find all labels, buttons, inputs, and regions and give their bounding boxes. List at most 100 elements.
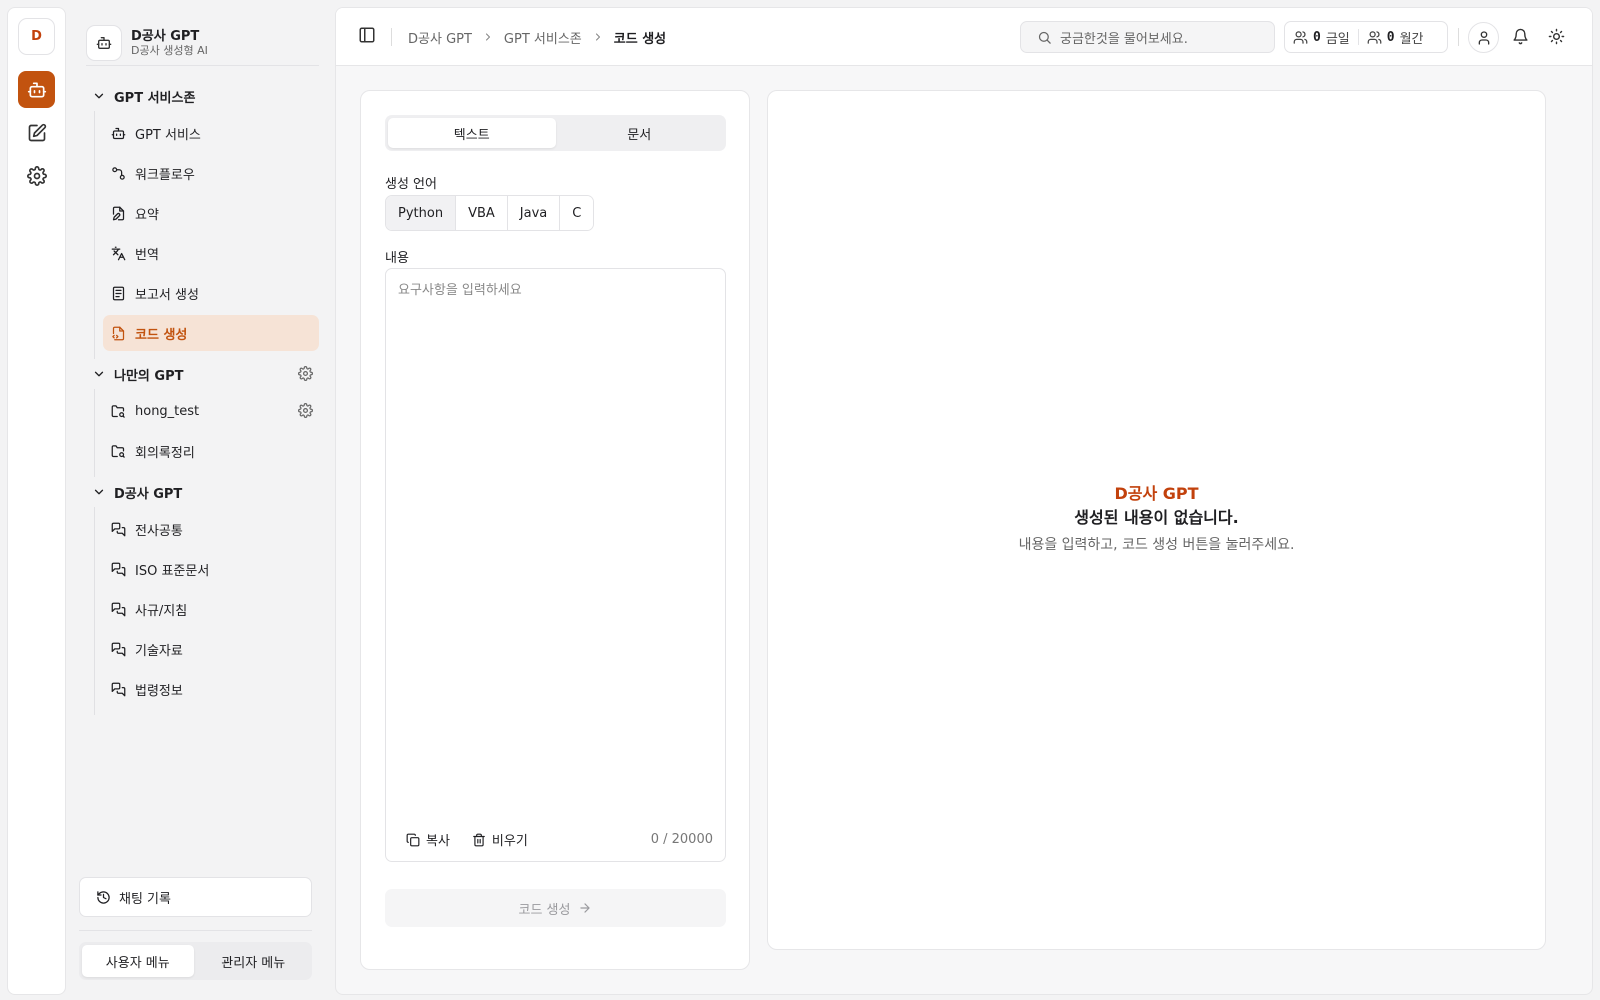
char-counter: 0 / 20000 xyxy=(650,832,713,847)
sidebar-item-label: 번역 xyxy=(135,247,159,263)
workflow-icon xyxy=(111,166,126,181)
language-c[interactable]: C xyxy=(560,196,594,230)
sidebar-toggle-icon[interactable] xyxy=(358,26,376,44)
nav-group-d-gpt[interactable]: D공사 GPT xyxy=(86,477,319,507)
chevron-right-icon xyxy=(482,31,494,43)
sidebar-item-hong-test[interactable]: hong_test xyxy=(103,393,319,429)
folder-search-icon xyxy=(111,444,126,459)
language-python[interactable]: Python xyxy=(386,196,457,230)
nav-group-gpt-servicezone[interactable]: GPT 서비스존 xyxy=(86,81,319,111)
bot-icon xyxy=(96,35,112,51)
sidebar-item-summary[interactable]: 요약 xyxy=(103,195,319,231)
sidebar-item-code[interactable]: 코드 생성 xyxy=(103,315,319,351)
sidebar-item-regulations[interactable]: 사규/지침 xyxy=(103,591,319,627)
chevron-down-icon xyxy=(92,89,106,103)
file-edit-icon xyxy=(111,206,126,221)
sidebar-item-meeting-notes[interactable]: 회의록정리 xyxy=(103,433,319,469)
arrow-right-icon xyxy=(578,901,592,915)
rail-settings-button[interactable] xyxy=(18,157,55,194)
brand[interactable]: D공사 GPT D공사 생성형 AI xyxy=(86,19,319,67)
rail-gpt-button[interactable] xyxy=(18,71,55,108)
chat-icon xyxy=(111,562,126,577)
breadcrumb: D공사 GPT GPT 서비스존 코드 생성 xyxy=(408,8,666,66)
daily-users-stat: 0 금일 xyxy=(1285,28,1358,47)
copy-icon xyxy=(406,833,420,847)
admin-menu-button[interactable]: 관리자 메뉴 xyxy=(198,945,310,977)
trash-icon xyxy=(472,833,486,847)
language-vba[interactable]: VBA xyxy=(456,196,508,230)
edit-icon xyxy=(27,123,47,143)
sidebar-item-label: GPT 서비스 xyxy=(135,127,201,143)
sidebar-item-label: 회의록정리 xyxy=(135,445,195,461)
folder-search-icon xyxy=(111,404,126,419)
content-field: 복사 비우기 0 / 20000 xyxy=(385,268,726,862)
daily-label: 금일 xyxy=(1325,31,1350,47)
chat-history-label: 채팅 기록 xyxy=(119,891,171,907)
sidebar-item-law-info[interactable]: 법령정보 xyxy=(103,671,319,707)
sidebar-item-company-common[interactable]: 전사공통 xyxy=(103,511,319,547)
generate-code-button[interactable]: 코드 생성 xyxy=(385,889,726,927)
language-label: 생성 언어 xyxy=(385,177,437,192)
chat-icon xyxy=(111,602,126,617)
users-icon xyxy=(1293,30,1308,45)
chat-history-button[interactable]: 채팅 기록 xyxy=(79,877,312,917)
breadcrumb-item[interactable]: GPT 서비스존 xyxy=(504,28,582,47)
workspace-avatar[interactable]: D xyxy=(18,18,55,55)
sidebar-nav: GPT 서비스존 GPT 서비스 워크플로우 요약 번역 보고서 생성 코드 생… xyxy=(86,81,319,715)
usage-stats: 0 금일 0 월간 xyxy=(1284,21,1448,53)
bell-icon[interactable] xyxy=(1512,28,1529,45)
divider xyxy=(391,28,392,46)
nav-group-items: hong_test 회의록정리 xyxy=(94,389,319,477)
code-file-icon xyxy=(111,326,126,341)
chevron-right-icon xyxy=(592,31,604,43)
nav-group-my-gpt[interactable]: 나만의 GPT xyxy=(86,359,319,389)
sidebar-item-label: hong_test xyxy=(135,403,200,419)
sidebar-item-label: 코드 생성 xyxy=(135,327,188,343)
sidebar-item-label: 요약 xyxy=(135,207,159,223)
chevron-down-icon xyxy=(92,485,106,499)
history-icon xyxy=(96,890,111,905)
chat-icon xyxy=(111,642,126,657)
sidebar-item-translate[interactable]: 번역 xyxy=(103,235,319,271)
menu-mode-switch: 사용자 메뉴 관리자 메뉴 xyxy=(79,942,312,980)
report-icon xyxy=(111,286,126,301)
user-menu-button[interactable]: 사용자 메뉴 xyxy=(82,945,194,977)
sidebar-item-label: 보고서 생성 xyxy=(135,287,199,303)
rail-edit-button[interactable] xyxy=(18,114,55,151)
breadcrumb-item[interactable]: D공사 GPT xyxy=(408,28,472,47)
sidebar: D공사 GPT D공사 생성형 AI GPT 서비스존 GPT 서비스 워크플로… xyxy=(72,7,327,995)
divider xyxy=(79,930,312,931)
gear-icon[interactable] xyxy=(298,366,313,381)
code-form-panel: 텍스트 문서 생성 언어 Python VBA Java C 내용 복사 비우기 xyxy=(360,90,750,970)
search-icon xyxy=(1037,30,1052,45)
bot-icon xyxy=(27,80,47,100)
divider xyxy=(1458,28,1459,46)
chat-icon xyxy=(111,682,126,697)
generate-code-label: 코드 생성 xyxy=(518,902,571,918)
sun-icon[interactable] xyxy=(1548,28,1565,45)
copy-button[interactable]: 복사 xyxy=(406,830,450,849)
sidebar-item-tech-docs[interactable]: 기술자료 xyxy=(103,631,319,667)
brand-title: D공사 GPT xyxy=(131,29,200,44)
clear-button[interactable]: 비우기 xyxy=(472,830,528,849)
content-textarea[interactable] xyxy=(386,269,725,819)
chat-icon xyxy=(111,522,126,537)
sidebar-item-label: 워크플로우 xyxy=(135,167,195,183)
content-actions: 복사 비우기 xyxy=(406,830,528,849)
sidebar-item-gpt-service[interactable]: GPT 서비스 xyxy=(103,115,319,151)
nav-group-items: GPT 서비스 워크플로우 요약 번역 보고서 생성 코드 생성 xyxy=(94,111,319,359)
sidebar-item-iso-docs[interactable]: ISO 표준문서 xyxy=(103,551,319,587)
sidebar-item-label: 전사공통 xyxy=(135,523,183,539)
user-profile-button[interactable] xyxy=(1468,22,1499,53)
brand-logo xyxy=(86,25,122,61)
tab-document[interactable]: 문서 xyxy=(556,118,724,148)
tab-text[interactable]: 텍스트 xyxy=(388,118,556,148)
nav-group-title: 나만의 GPT xyxy=(114,368,184,384)
daily-count: 0 xyxy=(1313,29,1321,45)
sidebar-item-workflow[interactable]: 워크플로우 xyxy=(103,155,319,191)
nav-group-title: D공사 GPT xyxy=(114,486,183,502)
sidebar-item-report[interactable]: 보고서 생성 xyxy=(103,275,319,311)
gear-icon[interactable] xyxy=(298,403,313,418)
language-java[interactable]: Java xyxy=(507,196,561,230)
search-input[interactable]: 궁금한것을 물어보세요. xyxy=(1020,21,1275,53)
